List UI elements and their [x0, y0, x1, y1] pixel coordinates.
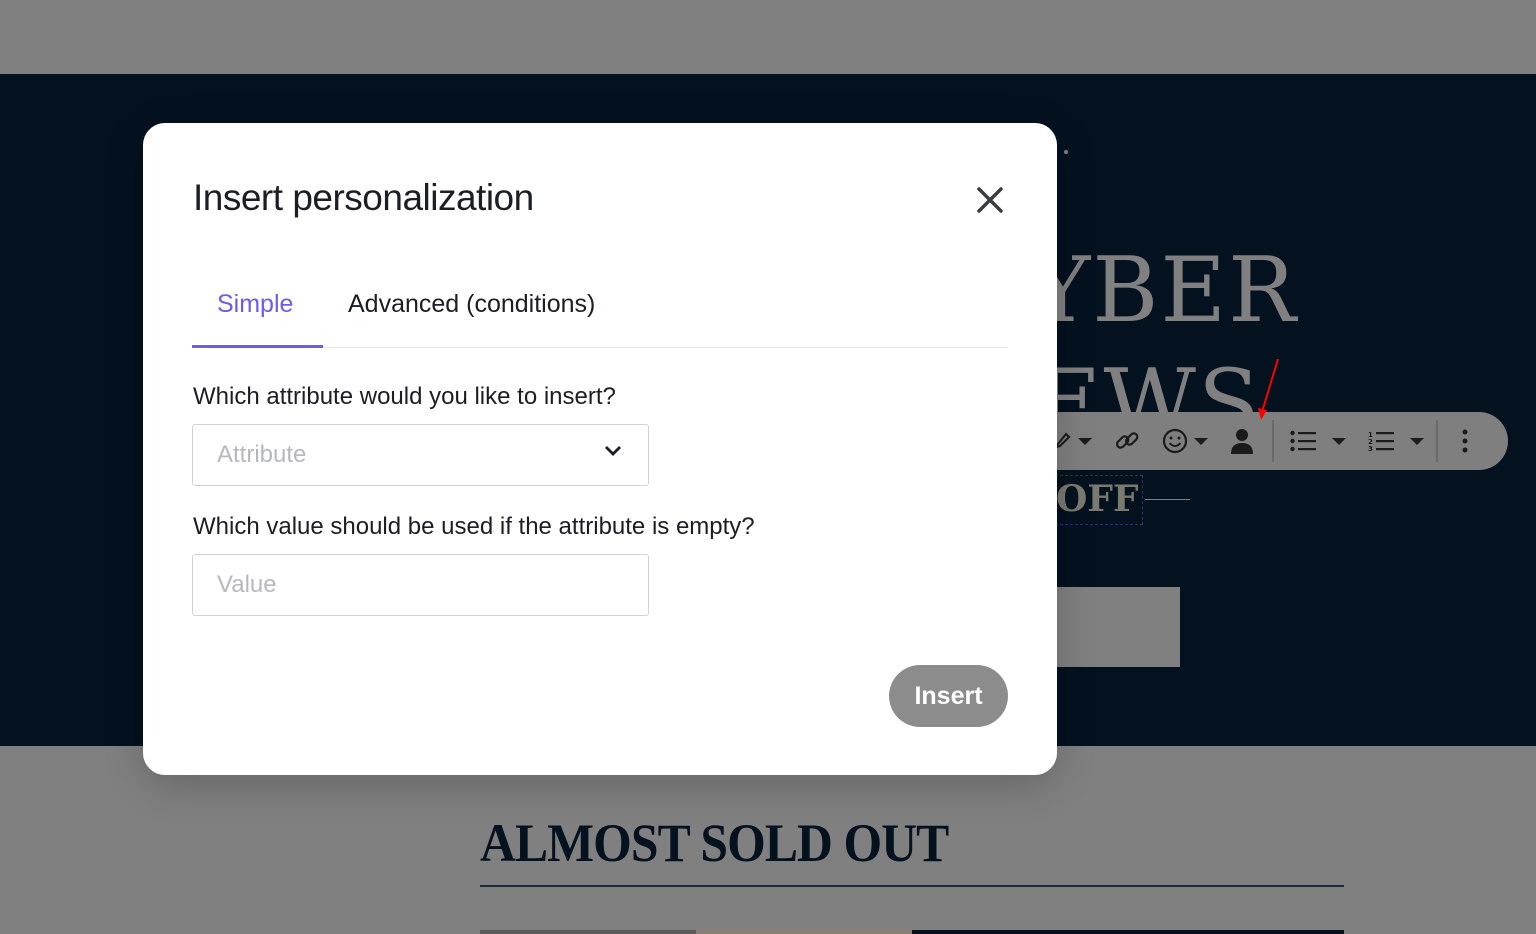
- divider: [1145, 499, 1190, 500]
- tab-bar: Simple Advanced (conditions): [192, 273, 1008, 348]
- text-format-toolbar: 123: [1000, 412, 1508, 470]
- bulleted-list-icon[interactable]: [1290, 421, 1316, 461]
- product-image: [696, 930, 912, 934]
- section-title: ALMOST SOLD OUT: [480, 813, 949, 873]
- more-icon[interactable]: [1462, 421, 1468, 461]
- numbered-list-caret[interactable]: [1410, 437, 1424, 445]
- value-label: Which value should be used if the attrib…: [193, 513, 755, 540]
- tab-advanced[interactable]: Advanced (conditions): [348, 290, 595, 319]
- section-divider: [480, 885, 1344, 887]
- active-tab-indicator: [192, 345, 323, 348]
- product-image: [480, 930, 696, 934]
- bulleted-list-caret[interactable]: [1332, 437, 1346, 445]
- chevron-down-icon: [605, 446, 621, 456]
- emoji-icon[interactable]: [1162, 421, 1188, 461]
- attribute-select[interactable]: Attribute: [192, 424, 649, 486]
- attribute-label: Which attribute would you like to insert…: [193, 383, 616, 410]
- toolbar-separator: [1436, 420, 1438, 462]
- tab-simple[interactable]: Simple: [217, 290, 293, 319]
- annotation-arrow-icon: [1258, 358, 1279, 420]
- value-input[interactable]: Value: [192, 554, 649, 616]
- svg-text:3: 3: [1368, 445, 1373, 452]
- close-icon[interactable]: [973, 183, 1007, 217]
- link-icon[interactable]: [1114, 421, 1140, 461]
- emoji-dropdown-caret[interactable]: [1194, 437, 1208, 445]
- insert-button[interactable]: Insert: [889, 665, 1008, 727]
- insert-personalization-dialog: Insert personalization Simple Advanced (…: [143, 123, 1057, 775]
- product-image: [912, 930, 1344, 934]
- dialog-title: Insert personalization: [193, 177, 534, 218]
- personalization-icon[interactable]: [1230, 421, 1254, 461]
- toolbar-separator: [1272, 420, 1274, 462]
- value-placeholder: Value: [217, 571, 277, 598]
- numbered-list-icon[interactable]: 123: [1368, 421, 1394, 461]
- highlight-dropdown-caret[interactable]: [1078, 437, 1092, 445]
- attribute-placeholder: Attribute: [217, 441, 307, 468]
- decorative-dot: [1064, 150, 1068, 154]
